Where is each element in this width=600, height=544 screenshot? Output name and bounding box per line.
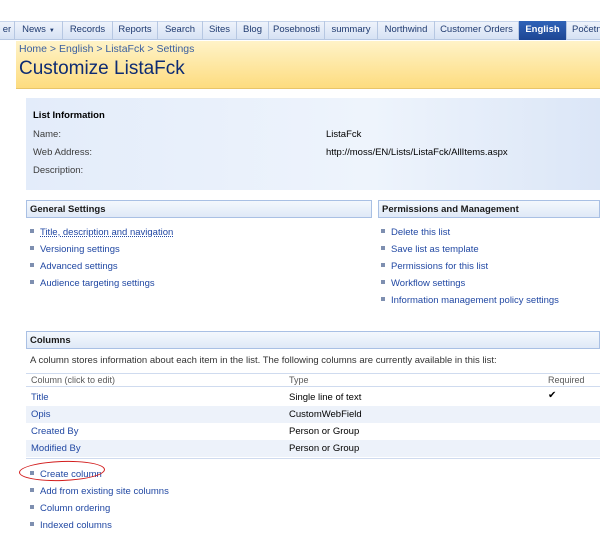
column-type: Person or Group <box>289 443 360 454</box>
column-type: CustomWebField <box>289 409 362 420</box>
square-bullet-icon <box>30 246 34 251</box>
link-indexed-columns[interactable]: Indexed columns <box>30 520 112 531</box>
column-name-link[interactable]: Created By <box>31 426 79 437</box>
column-type: Person or Group <box>289 426 360 437</box>
square-bullet-icon <box>30 280 34 285</box>
tab-reports[interactable]: Reports <box>113 21 158 40</box>
link-column-ordering[interactable]: Column ordering <box>30 503 110 514</box>
web-address-label: Web Address: <box>33 147 92 158</box>
name-label: Name: <box>33 129 61 140</box>
list-information-box: List Information Name: ListaFck Web Addr… <box>26 98 600 190</box>
tab-summary[interactable]: summary <box>325 21 378 40</box>
link-title-description-navigation[interactable]: Title, description and navigation <box>30 227 173 238</box>
link-information-policy[interactable]: Information management policy settings <box>381 295 559 306</box>
square-bullet-icon <box>30 229 34 234</box>
tab-er[interactable]: er <box>0 21 15 40</box>
tab-english[interactable]: English <box>519 21 567 40</box>
tab-sites[interactable]: Sites <box>203 21 237 40</box>
table-row: Opis CustomWebField <box>26 406 600 423</box>
tab-search[interactable]: Search <box>158 21 203 40</box>
tab-northwind[interactable]: Northwind <box>378 21 435 40</box>
tab-posebnosti[interactable]: Posebnosti <box>269 21 325 40</box>
breadcrumb[interactable]: Home > English > ListaFck > Settings <box>19 43 194 55</box>
column-type-header: Type <box>289 375 309 385</box>
link-permissions[interactable]: Permissions for this list <box>381 261 488 272</box>
square-bullet-icon <box>30 263 34 268</box>
tab-news[interactable]: News ▼ <box>15 21 63 40</box>
column-name-link[interactable]: Modified By <box>31 443 81 454</box>
left-strip <box>0 41 16 544</box>
columns-description: A column stores information about each i… <box>30 355 497 366</box>
page-title: Customize ListaFck <box>19 58 185 79</box>
square-bullet-icon <box>381 297 385 302</box>
columns-table-header: Column (click to edit) Type Required <box>26 373 600 387</box>
tab-pocetna[interactable]: Početn <box>567 21 600 40</box>
columns-header: Columns <box>26 331 600 349</box>
tab-blog[interactable]: Blog <box>237 21 269 40</box>
column-type: Single line of text <box>289 392 362 403</box>
tab-customer-orders[interactable]: Customer Orders <box>435 21 519 40</box>
link-versioning-settings[interactable]: Versioning settings <box>30 244 120 255</box>
link-advanced-settings[interactable]: Advanced settings <box>30 261 118 272</box>
column-required-header: Required <box>548 375 585 385</box>
tab-records[interactable]: Records <box>63 21 113 40</box>
square-bullet-icon <box>30 505 34 510</box>
link-save-template[interactable]: Save list as template <box>381 244 479 255</box>
square-bullet-icon <box>381 246 385 251</box>
description-label: Description: <box>33 165 84 176</box>
table-row: Title Single line of text ✔ <box>26 389 600 406</box>
permissions-header: Permissions and Management <box>378 200 600 218</box>
square-bullet-icon <box>381 229 385 234</box>
link-workflow-settings[interactable]: Workflow settings <box>381 278 465 289</box>
square-bullet-icon <box>381 280 385 285</box>
table-row: Created By Person or Group <box>26 423 600 440</box>
link-add-existing-columns[interactable]: Add from existing site columns <box>30 486 169 497</box>
link-audience-targeting[interactable]: Audience targeting settings <box>30 278 155 289</box>
square-bullet-icon <box>381 263 385 268</box>
name-value: ListaFck <box>326 129 362 140</box>
chevron-down-icon[interactable]: ▼ <box>49 28 55 34</box>
link-delete-list[interactable]: Delete this list <box>381 227 450 238</box>
table-bottom-border <box>26 458 600 459</box>
square-bullet-icon <box>30 488 34 493</box>
column-name-header: Column (click to edit) <box>31 375 116 385</box>
square-bullet-icon <box>30 522 34 527</box>
column-name-link[interactable]: Title <box>31 392 49 403</box>
check-icon: ✔ <box>548 390 557 401</box>
title-band: Home > English > ListaFck > Settings Cus… <box>16 41 600 89</box>
column-name-link[interactable]: Opis <box>31 409 51 420</box>
list-information-title: List Information <box>33 110 105 121</box>
general-settings-header: General Settings <box>26 200 372 218</box>
web-address-value: http://moss/EN/Lists/ListaFck/AllItems.a… <box>326 147 508 158</box>
table-row: Modified By Person or Group <box>26 440 600 457</box>
